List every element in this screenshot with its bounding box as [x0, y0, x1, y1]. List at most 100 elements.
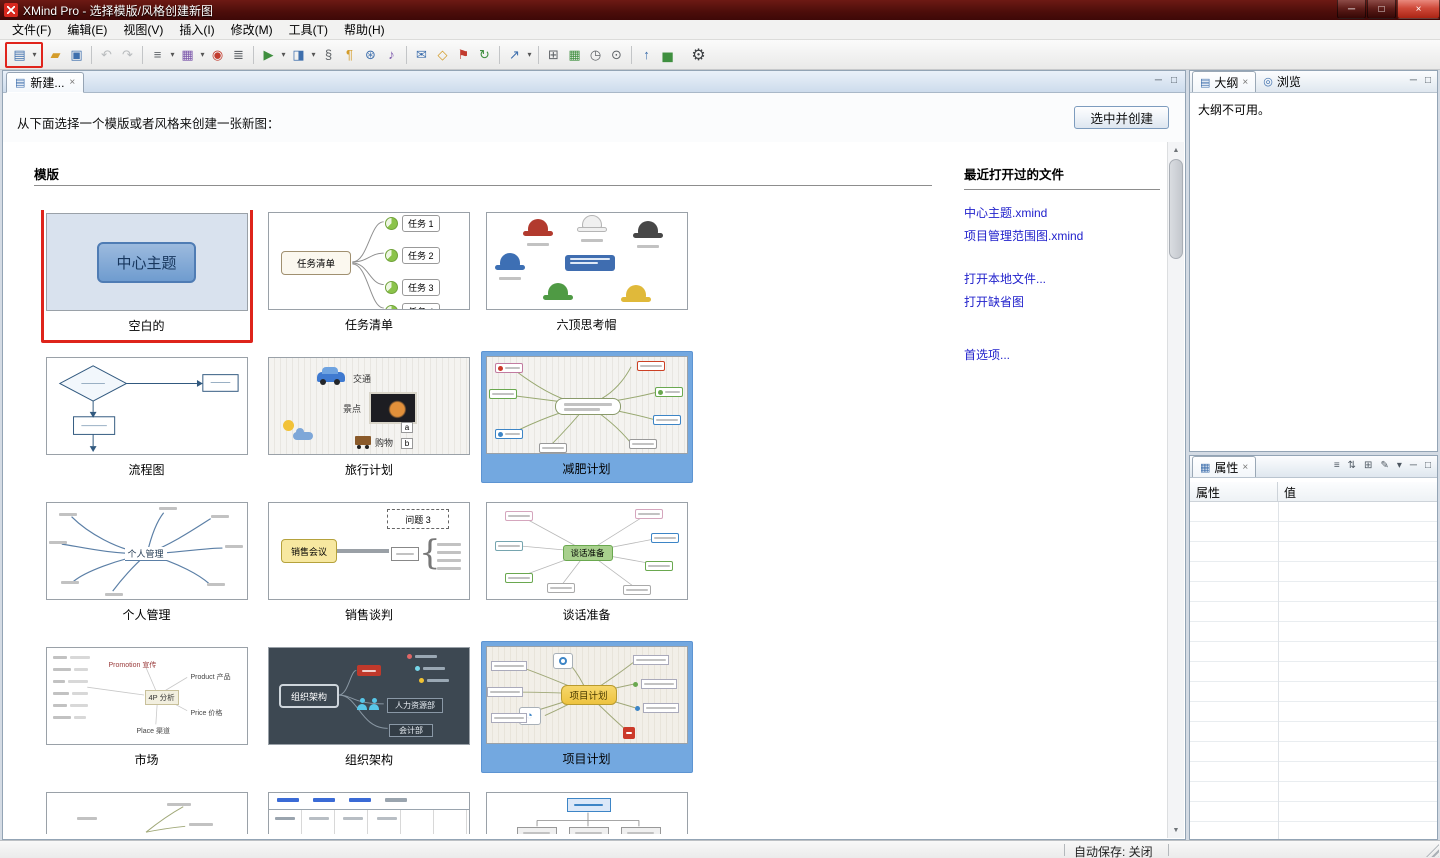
- template-flowchart[interactable]: 流程图: [34, 355, 259, 500]
- template-project-plan[interactable]: 项目计划 ◔ 项目计划: [479, 641, 694, 790]
- hint-icon[interactable]: ◇: [432, 44, 453, 66]
- template-sales-negotiation[interactable]: 销售会议 问题 3 { 销售谈判: [259, 500, 479, 645]
- insert-table-icon[interactable]: ⊞: [543, 44, 564, 66]
- marker-icon[interactable]: ◉: [207, 44, 228, 66]
- theme-icon[interactable]: ▦: [177, 44, 198, 66]
- maximize-panel-icon[interactable]: □: [1425, 75, 1431, 86]
- open-default-map-link[interactable]: 打开缺省图: [964, 293, 1160, 310]
- grid-view-icon[interactable]: ⊞: [1364, 460, 1372, 471]
- template-partial-3[interactable]: [479, 790, 694, 834]
- minimize-view-icon[interactable]: ─: [1155, 75, 1162, 86]
- presentation-play-icon[interactable]: ▶: [258, 44, 279, 66]
- template-partial-2[interactable]: [259, 790, 479, 834]
- hyperlink-icon[interactable]: ⊛: [360, 44, 381, 66]
- yellow-hat-icon: [620, 285, 651, 305]
- tab-outline[interactable]: ▤ 大纲 ×: [1192, 71, 1257, 92]
- resize-grip-icon[interactable]: [1426, 844, 1439, 857]
- upload-icon[interactable]: ↑: [636, 44, 657, 66]
- titlebar[interactable]: XMind Pro - 选择模版/风格创建新图 ─ □ ×: [0, 0, 1440, 20]
- recent-files-panel: 最近打开过的文件 中心主题.xmind 项目管理范围图.xmind 打开本地文件…: [964, 164, 1160, 369]
- recent-file-link[interactable]: 中心主题.xmind: [964, 204, 1160, 221]
- new-document-icon[interactable]: ▤: [9, 44, 30, 66]
- menu-help[interactable]: 帮助(H): [336, 19, 393, 40]
- minimize-button[interactable]: ─: [1337, 0, 1366, 19]
- menu-file[interactable]: 文件(F): [4, 19, 59, 40]
- structure-icon[interactable]: ≡: [147, 44, 168, 66]
- preferences-link[interactable]: 首选项...: [964, 346, 1160, 363]
- new-dropdown-icon[interactable]: ▾: [30, 50, 39, 59]
- recent-file-link[interactable]: 项目管理范围图.xmind: [964, 227, 1160, 244]
- search-icon[interactable]: ⊙: [606, 44, 627, 66]
- template-talk-preparation[interactable]: 谈话准备 谈话准备: [479, 500, 694, 645]
- flag-icon[interactable]: ⚑: [453, 44, 474, 66]
- menu-modify[interactable]: 修改(M): [223, 19, 281, 40]
- structure-dropdown-icon[interactable]: ▾: [168, 50, 177, 59]
- spreadsheet-icon[interactable]: ▦: [564, 44, 585, 66]
- gear-icon[interactable]: ⚙: [688, 44, 709, 66]
- close-button[interactable]: ×: [1397, 0, 1440, 19]
- sort-icon[interactable]: ⇅: [1348, 460, 1356, 471]
- org-center-node: 组织架构: [279, 684, 339, 708]
- view-controls: ─ □: [1155, 75, 1177, 86]
- timer-icon[interactable]: ◷: [585, 44, 606, 66]
- template-six-hats[interactable]: 六顶思考帽: [479, 210, 694, 355]
- six-hats-center-node: [564, 255, 615, 271]
- share-dropdown-icon[interactable]: ▾: [525, 50, 534, 59]
- menu-view[interactable]: 视图(V): [115, 19, 171, 40]
- column-header-property: 属性: [1190, 482, 1278, 501]
- tab-new-workbook[interactable]: ▤ 新建... ×: [6, 72, 85, 93]
- share-icon[interactable]: ↗: [504, 44, 525, 66]
- template-market[interactable]: Promotion 宣传 Product 产品 4P 分析 Price 价格 P…: [34, 645, 259, 790]
- open-folder-icon[interactable]: ▰: [45, 44, 66, 66]
- insert-image-icon[interactable]: ◨: [288, 44, 309, 66]
- undo-icon[interactable]: ↶: [96, 44, 117, 66]
- audio-notes-icon[interactable]: ♪: [381, 44, 402, 66]
- chart-icon[interactable]: ▅: [657, 44, 678, 66]
- maximize-view-icon[interactable]: □: [1171, 75, 1177, 86]
- save-icon[interactable]: ▣: [66, 44, 87, 66]
- tab-close-icon[interactable]: ×: [1242, 462, 1248, 473]
- editor-area: ▤ 新建... × ─ □ 从下面选择一个模版或者风格来创建一张新图： 选中并创…: [2, 70, 1186, 840]
- tab-properties[interactable]: ▦ 属性 ×: [1192, 456, 1257, 477]
- edit-icon[interactable]: ✎: [1380, 460, 1388, 471]
- template-personal-management[interactable]: 个人管理 个人管理: [34, 500, 259, 645]
- template-org-structure[interactable]: 组织架构 人力资源部 会计部 组织架构: [259, 645, 479, 790]
- scroll-down-icon[interactable]: ▼: [1168, 822, 1184, 838]
- create-button[interactable]: 选中并创建: [1074, 106, 1169, 129]
- notes-icon[interactable]: ¶: [339, 44, 360, 66]
- maximize-button[interactable]: □: [1367, 0, 1396, 19]
- maximize-panel-icon[interactable]: □: [1425, 460, 1431, 471]
- tab-close-icon[interactable]: ×: [1242, 77, 1248, 88]
- redo-icon[interactable]: ↷: [117, 44, 138, 66]
- template-partial-1[interactable]: [34, 790, 259, 834]
- numbering-icon[interactable]: ≣: [228, 44, 249, 66]
- scroll-up-icon[interactable]: ▲: [1168, 142, 1184, 158]
- template-blank[interactable]: 中心主题 空白的: [34, 210, 259, 355]
- refresh-icon[interactable]: ↻: [474, 44, 495, 66]
- theme-dropdown-icon[interactable]: ▾: [198, 50, 207, 59]
- menu-tools[interactable]: 工具(T): [281, 19, 336, 40]
- tab-close-icon[interactable]: ×: [69, 77, 75, 88]
- scrollbar-thumb[interactable]: [1169, 159, 1183, 259]
- tab-browse[interactable]: ◎ 浏览: [1256, 71, 1308, 92]
- minimize-panel-icon[interactable]: ─: [1410, 460, 1417, 471]
- template-label: 谈话准备: [562, 608, 611, 622]
- open-local-file-link[interactable]: 打开本地文件...: [964, 270, 1160, 287]
- tree-view-icon[interactable]: ≡: [1334, 460, 1340, 471]
- template-label: 项目计划: [562, 752, 611, 766]
- view-menu-chevron-icon[interactable]: ▾: [1397, 460, 1402, 471]
- connector: [337, 549, 389, 553]
- comment-icon[interactable]: ✉: [411, 44, 432, 66]
- vertical-scrollbar[interactable]: ▲ ▼: [1167, 142, 1184, 838]
- attachment-icon[interactable]: §: [318, 44, 339, 66]
- presentation-dropdown-icon[interactable]: ▾: [279, 50, 288, 59]
- minimize-panel-icon[interactable]: ─: [1410, 75, 1417, 86]
- template-travel-plan[interactable]: 交通 景点 购物 a b 旅行计划: [259, 355, 479, 500]
- template-task-list[interactable]: 任务清单 任务 1 任务 2 任务 3 任务 4 任务清单: [259, 210, 479, 355]
- menu-edit[interactable]: 编辑(E): [59, 19, 115, 40]
- image-dropdown-icon[interactable]: ▾: [309, 50, 318, 59]
- template-label: 空白的: [128, 319, 165, 333]
- right-sidebar: ▤ 大纲 × ◎ 浏览 ─ □ 大纲不可用。 ▦ 属性 × ≡ ⇅ ⊞ ✎ ▾ …: [1189, 70, 1438, 840]
- template-diet-plan[interactable]: 减肥计划: [479, 351, 694, 500]
- menu-insert[interactable]: 插入(I): [171, 19, 222, 40]
